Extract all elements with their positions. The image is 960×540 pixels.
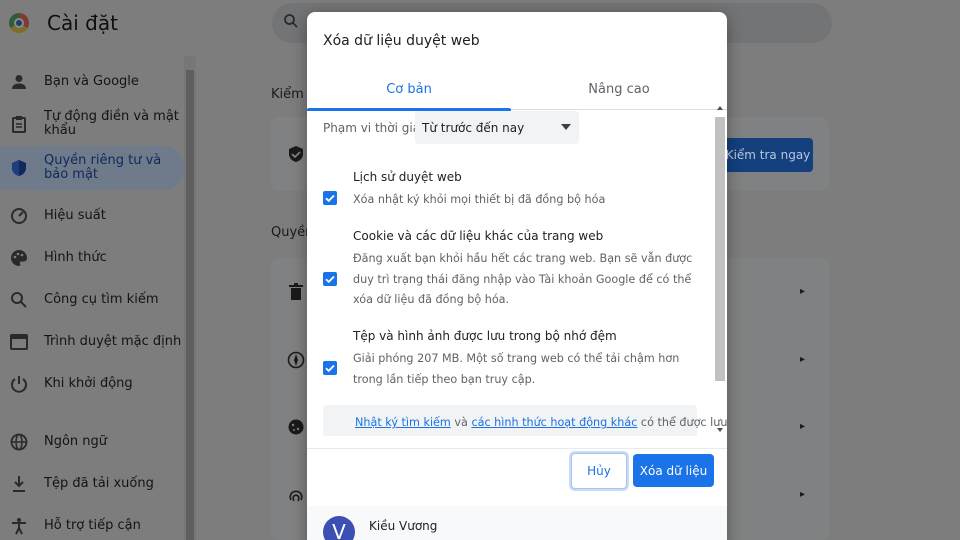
- dialog-scrollbar[interactable]: [713, 102, 727, 437]
- clear-browsing-data-dialog: Xóa dữ liệu duyệt web Cơ bản Nâng cao Ph…: [307, 12, 727, 540]
- other-activity-link[interactable]: các hình thức hoạt động khác: [471, 416, 637, 429]
- dropdown-arrow-icon: [561, 124, 571, 130]
- sidebar-item-label: Ngôn ngữ: [44, 434, 108, 449]
- tab-label: Nâng cao: [588, 81, 650, 97]
- cancel-button[interactable]: Hủy: [571, 453, 627, 489]
- download-icon: [13, 476, 25, 492]
- search-icon: [284, 14, 298, 28]
- dialog-title: Xóa dữ liệu duyệt web: [323, 33, 480, 49]
- clear-data-button[interactable]: Xóa dữ liệu: [633, 454, 714, 487]
- info-connector: và: [450, 416, 472, 429]
- compass-icon: [287, 351, 305, 369]
- account-area: V Kiều Vương: [307, 506, 727, 540]
- chevron-right-icon[interactable]: ▸: [800, 489, 805, 500]
- info-text: Nhật ký tìm kiếm và các hình thức hoạt đ…: [355, 416, 727, 429]
- scrollbar-thumb[interactable]: [715, 117, 725, 381]
- option-title: Cookie và các dữ liệu khác của trang web: [353, 229, 604, 243]
- sidebar-item-downloads[interactable]: Tệp đã tải xuống: [0, 464, 184, 504]
- search-history-info-box: Nhật ký tìm kiếm và các hình thức hoạt đ…: [323, 405, 727, 436]
- dialog-scroll-area[interactable]: Phạm vi thời gian Từ trước đến nay Lịch …: [307, 111, 727, 436]
- sidebar-item-label: Tệp đã tải xuống: [44, 476, 154, 491]
- sidebar-item-label: Tự động điền và mật khẩu: [44, 109, 179, 138]
- sidebar-item-default-browser[interactable]: Trình duyệt mặc định: [0, 322, 184, 362]
- sidebar-item-languages[interactable]: Ngôn ngữ: [0, 422, 184, 462]
- sidebar-item-search-engine[interactable]: Công cụ tìm kiếm: [0, 280, 184, 320]
- sidebar-item-autofill[interactable]: Tự động điền và mật khẩu: [0, 104, 184, 144]
- page-title: Cài đặt: [47, 11, 118, 35]
- sidebar-item-on-startup[interactable]: Khi khởi động: [0, 364, 184, 404]
- account-name: Kiều Vương: [369, 519, 438, 533]
- scroll-down-arrow-icon[interactable]: [717, 428, 723, 432]
- checkmark-icon: [325, 194, 335, 203]
- sidebar-item-label: Trình duyệt mặc định: [44, 334, 182, 349]
- chevron-right-icon[interactable]: ▸: [800, 286, 805, 297]
- checkmark-icon: [325, 364, 335, 373]
- sidebar-item-label: Công cụ tìm kiếm: [44, 292, 159, 307]
- chrome-logo-icon: [9, 13, 29, 33]
- shield-icon: [12, 160, 26, 176]
- checkmark-icon: [325, 275, 335, 284]
- scroll-up-arrow-icon[interactable]: [717, 106, 723, 110]
- dialog-tabs: Cơ bản Nâng cao: [307, 68, 727, 111]
- globe-icon: [10, 433, 28, 451]
- tab-advanced[interactable]: Nâng cao: [517, 68, 721, 110]
- sidebar-item-you-and-google[interactable]: Bạn và Google: [0, 62, 184, 102]
- tab-basic[interactable]: Cơ bản: [307, 68, 511, 111]
- sidebar-item-label: Hiệu suất: [44, 208, 106, 223]
- browser-icon: [10, 334, 28, 350]
- option-description: Xóa nhật ký khỏi mọi thiết bị đã đồng bộ…: [353, 193, 606, 206]
- sidebar-item-performance[interactable]: Hiệu suất: [0, 196, 184, 236]
- chevron-right-icon[interactable]: ▸: [800, 421, 805, 432]
- browsing-history-checkbox[interactable]: [323, 191, 337, 205]
- sidebar-item-label: Hình thức: [44, 250, 107, 265]
- option-description: Giải phóng 207 MB. Một số trang web có t…: [353, 352, 680, 386]
- tab-label: Cơ bản: [386, 81, 432, 97]
- trash-icon: [289, 283, 303, 300]
- cached-files-checkbox[interactable]: [323, 361, 337, 375]
- accessibility-icon: [12, 518, 26, 535]
- cookies-checkbox[interactable]: [323, 272, 337, 286]
- sidebar-item-accessibility[interactable]: Hỗ trợ tiếp cận: [0, 506, 184, 540]
- clipboard-icon: [12, 116, 26, 133]
- power-icon: [11, 376, 27, 393]
- sidebar-item-label: Hỗ trợ tiếp cận: [44, 518, 141, 533]
- check-now-button[interactable]: Kiểm tra ngay: [723, 138, 813, 172]
- fingerprint-icon: [289, 490, 303, 502]
- avatar: V: [323, 516, 355, 540]
- chevron-right-icon[interactable]: ▸: [800, 354, 805, 365]
- time-range-value: Từ trước đến nay: [422, 120, 525, 135]
- settings-sidebar: Bạn và Google Tự động điền và mật khẩu Q…: [0, 56, 184, 540]
- search-history-link[interactable]: Nhật ký tìm kiếm: [355, 416, 451, 429]
- palette-icon: [11, 249, 28, 266]
- shield-check-icon: [289, 146, 303, 162]
- sidebar-item-label: Khi khởi động: [44, 376, 133, 391]
- sidebar-item-privacy-security[interactable]: Quyền riêng tư và bảo mật: [0, 146, 184, 190]
- search-icon: [11, 292, 27, 308]
- time-range-select[interactable]: Từ trước đến nay: [415, 111, 579, 144]
- dialog-divider: [307, 448, 727, 449]
- time-range-label: Phạm vi thời gian: [323, 121, 428, 135]
- person-icon: [12, 75, 26, 89]
- speedometer-icon: [11, 208, 27, 224]
- sidebar-item-appearance[interactable]: Hình thức: [0, 238, 184, 278]
- option-title: Tệp và hình ảnh được lưu trong bộ nhớ đệ…: [353, 329, 617, 343]
- sidebar-item-label: Quyền riêng tư và bảo mật: [44, 153, 162, 182]
- sidebar-scrollbar[interactable]: [184, 56, 196, 540]
- option-description: Đăng xuất bạn khỏi hầu hết các trang web…: [353, 252, 693, 306]
- sidebar-item-label: Bạn và Google: [44, 74, 139, 89]
- cookie-icon: [288, 419, 304, 435]
- option-title: Lịch sử duyệt web: [353, 170, 462, 184]
